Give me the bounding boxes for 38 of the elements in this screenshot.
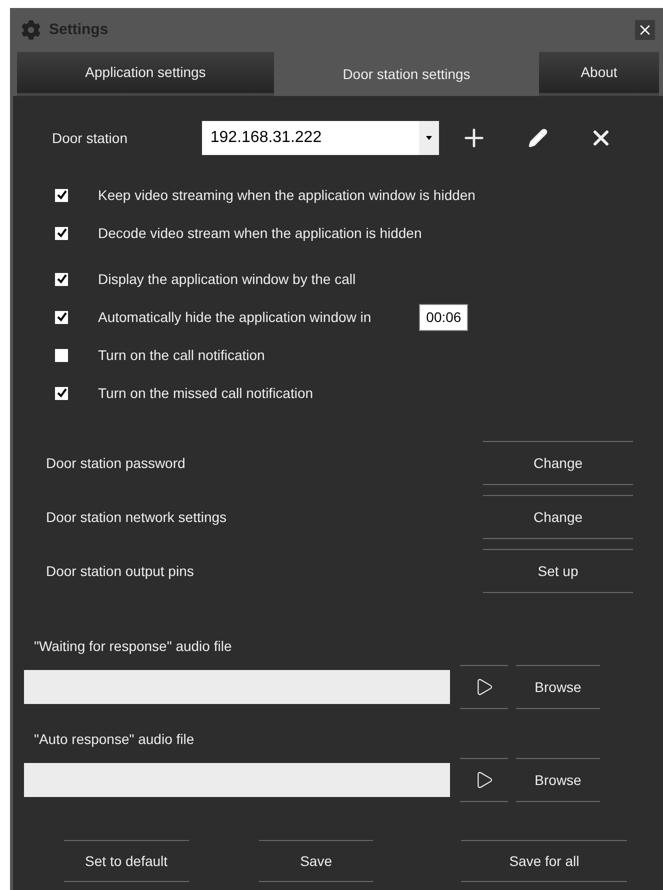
play-button[interactable] xyxy=(460,665,508,709)
checkbox[interactable] xyxy=(55,310,68,324)
setting-label: Door station network settings xyxy=(46,508,227,527)
option-label: Keep video streaming when the application window is hidden xyxy=(98,186,476,205)
door-station-dropdown[interactable]: 192.168.31.222 xyxy=(202,121,439,155)
browse-button[interactable]: Browse xyxy=(516,758,600,802)
footer-button[interactable]: Save xyxy=(258,840,374,882)
tab[interactable]: About xyxy=(539,52,659,96)
checkbox[interactable] xyxy=(55,226,68,240)
play-button[interactable] xyxy=(460,758,508,802)
footer-button[interactable]: Set to default xyxy=(64,840,189,882)
audio-file-field[interactable] xyxy=(24,763,450,797)
checkbox[interactable] xyxy=(55,272,68,286)
close-button[interactable] xyxy=(635,20,655,40)
option-label: Turn on the call notification xyxy=(98,346,265,364)
footer-button[interactable]: Save for all xyxy=(461,840,627,882)
checkbox[interactable] xyxy=(55,188,68,202)
setting-button[interactable]: Set up xyxy=(483,549,633,593)
audio-file-label: "Waiting for response" audio file xyxy=(34,637,233,656)
setting-button[interactable]: Change xyxy=(483,441,633,485)
caret-icon xyxy=(426,136,432,140)
setting-button[interactable]: Change xyxy=(483,495,633,539)
time-field[interactable]: 00:06 xyxy=(419,304,468,330)
setting-label: Door station output pins xyxy=(46,562,194,581)
checkbox[interactable] xyxy=(55,386,68,400)
setting-label: Door station password xyxy=(46,454,186,473)
tab[interactable]: Application settings xyxy=(17,52,274,96)
browse-button[interactable]: Browse xyxy=(516,665,600,709)
settings-icon xyxy=(21,20,41,40)
option-label: Turn on the missed call notification xyxy=(98,384,314,402)
audio-file-field[interactable] xyxy=(24,670,450,704)
checkbox[interactable] xyxy=(55,348,68,362)
audio-file-label: "Auto response" audio file xyxy=(34,730,196,749)
option-label: Display the application window by the call xyxy=(98,270,356,289)
door-station-label: Door station xyxy=(52,128,128,148)
option-label: Decode video stream when the application is hidden xyxy=(98,224,422,243)
option-label: Automatically hide the application window in xyxy=(98,308,372,327)
pencil-icon xyxy=(528,128,548,148)
